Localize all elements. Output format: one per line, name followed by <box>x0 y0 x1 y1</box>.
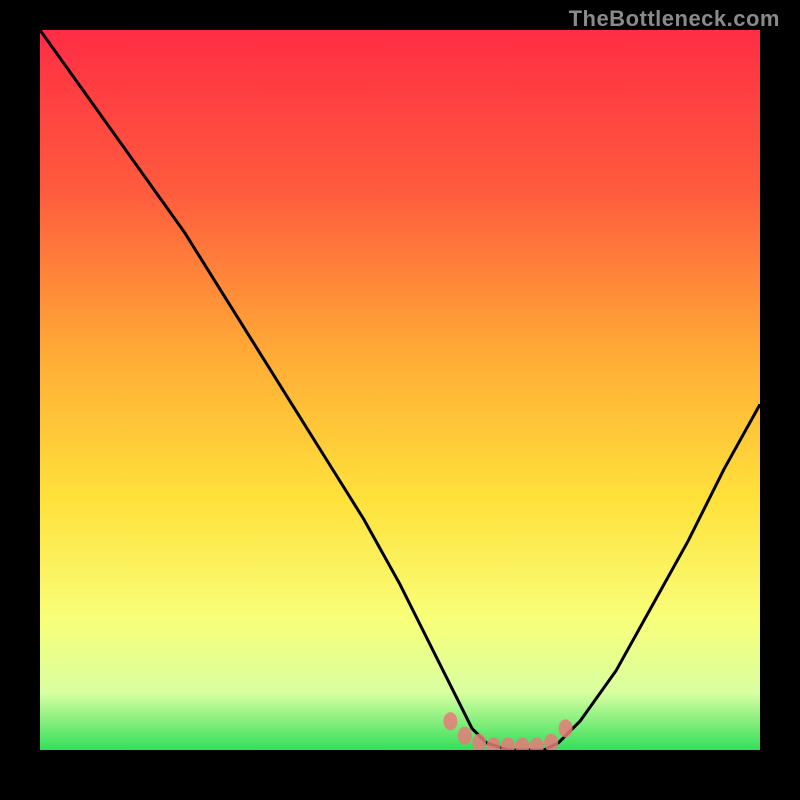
optimal-range-marker <box>443 712 457 730</box>
optimal-range-marker <box>458 727 472 745</box>
watermark-text: TheBottleneck.com <box>569 6 780 32</box>
optimal-range-marker <box>559 719 573 737</box>
gradient-background <box>40 30 760 750</box>
chart-frame: TheBottleneck.com <box>0 0 800 800</box>
chart-svg <box>40 30 760 750</box>
plot-area <box>40 30 760 750</box>
